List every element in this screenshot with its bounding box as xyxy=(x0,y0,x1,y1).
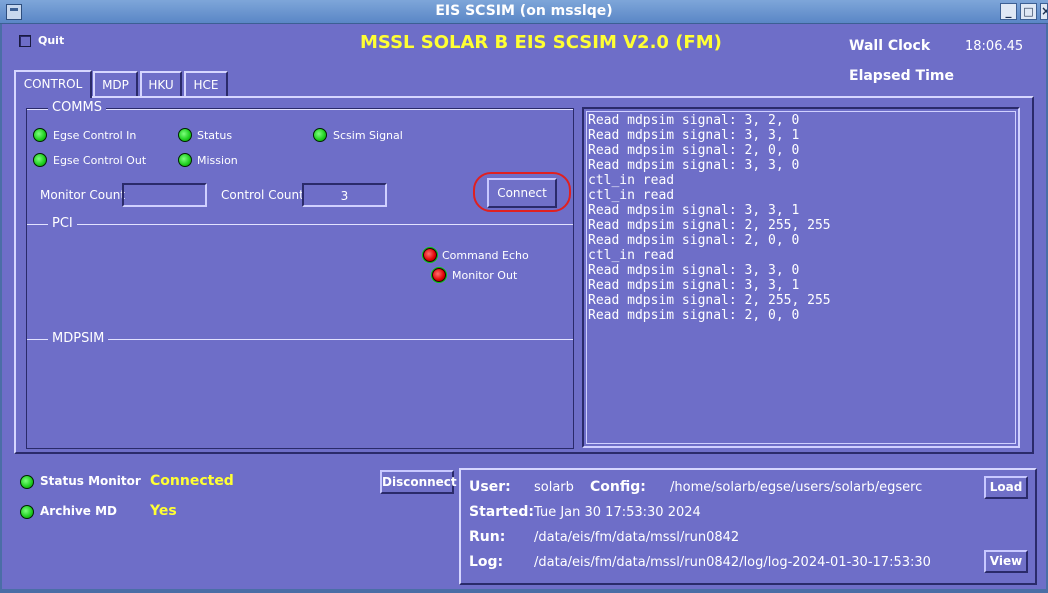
quit-checkbox[interactable] xyxy=(19,35,31,47)
egse-control-out-label: Egse Control Out xyxy=(53,154,147,167)
monitor-count-label: Monitor Count xyxy=(40,188,126,202)
scsim-signal-led xyxy=(313,128,327,142)
comms-divider xyxy=(27,109,573,110)
wall-clock-value: 18:06.45 xyxy=(965,39,1024,54)
egse-control-out-led xyxy=(33,153,47,167)
started-value: Tue Jan 30 17:53:30 2024 xyxy=(534,505,701,520)
config-value: /home/solarb/egse/users/solarb/egserc xyxy=(670,480,923,495)
minimize-icon[interactable]: _ xyxy=(1000,3,1017,20)
config-label: Config: xyxy=(590,479,646,495)
command-echo-led xyxy=(423,248,437,262)
log-output-panel[interactable]: Read mdpsim signal: 3, 2, 0 Read mdpsim s… xyxy=(582,107,1020,448)
log-inner-border xyxy=(586,111,1016,444)
status-label: Status xyxy=(197,129,233,142)
window-bottom-border xyxy=(0,589,1048,593)
archive-md-label: Archive MD xyxy=(40,504,118,518)
status-led xyxy=(178,128,192,142)
mission-label: Mission xyxy=(197,154,238,167)
mdpsim-legend: MDPSIM xyxy=(48,331,109,346)
log-label: Log: xyxy=(469,554,504,570)
quit-label: Quit xyxy=(38,34,65,47)
user-label: User: xyxy=(469,479,511,495)
wall-clock-label: Wall Clock xyxy=(849,38,931,54)
egse-control-in-label: Egse Control In xyxy=(53,129,137,142)
archive-md-value: Yes xyxy=(150,503,177,519)
disconnect-button[interactable]: Disconnect xyxy=(380,470,457,494)
tab-hku[interactable]: HKU xyxy=(140,71,182,97)
tab-control[interactable]: CONTROL xyxy=(14,70,92,98)
control-count-value: 3 xyxy=(340,189,349,203)
command-echo-label: Command Echo xyxy=(442,249,529,262)
mission-led xyxy=(178,153,192,167)
window-title: EIS SCSIM (on msslqe) xyxy=(435,3,613,19)
log-path-value: /data/eis/fm/data/mssl/run0842/log/log-2… xyxy=(534,555,931,570)
pci-divider xyxy=(27,224,573,225)
mdpsim-divider xyxy=(27,339,573,340)
monitor-count-field xyxy=(122,183,207,207)
archive-md-led xyxy=(20,505,34,519)
monitor-out-label: Monitor Out xyxy=(452,269,518,282)
comms-legend: COMMS xyxy=(48,100,106,115)
user-value: solarb xyxy=(534,480,574,495)
control-count-label: Control Count xyxy=(221,188,304,202)
started-label: Started: xyxy=(469,504,534,520)
window-title-bar[interactable]: EIS SCSIM (on msslqe) _ □ × xyxy=(0,0,1048,24)
maximize-icon[interactable]: □ xyxy=(1020,3,1037,20)
window-left-border xyxy=(0,24,2,593)
close-icon[interactable]: × xyxy=(1040,3,1048,20)
view-button[interactable]: View xyxy=(984,550,1028,573)
run-label: Run: xyxy=(469,529,506,545)
app-title: MSSL SOLAR B EIS SCSIM V2.0 (FM) xyxy=(360,32,722,53)
pci-legend: PCI xyxy=(48,216,77,231)
load-button[interactable]: Load xyxy=(984,476,1028,499)
monitor-out-led xyxy=(432,268,446,282)
egse-control-in-led xyxy=(33,128,47,142)
elapsed-time-label: Elapsed Time xyxy=(849,68,954,84)
tab-hce[interactable]: HCE xyxy=(184,71,228,97)
tab-mdp[interactable]: MDP xyxy=(93,71,138,97)
control-count-field: 3 xyxy=(302,183,387,207)
status-monitor-label: Status Monitor xyxy=(40,474,141,488)
scsim-signal-label: Scsim Signal xyxy=(333,129,403,142)
status-monitor-led xyxy=(20,475,34,489)
connect-button[interactable]: Connect xyxy=(487,178,557,208)
status-monitor-value: Connected xyxy=(150,473,234,489)
run-value: /data/eis/fm/data/mssl/run0842 xyxy=(534,530,740,545)
